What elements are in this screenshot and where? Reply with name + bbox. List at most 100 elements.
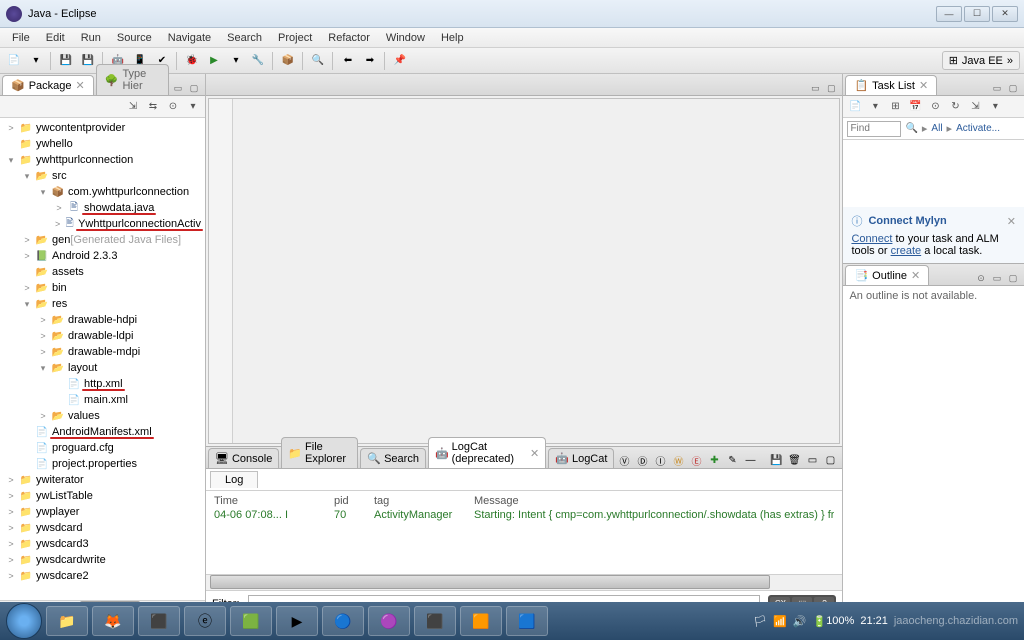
tray-clock[interactable]: 21:21 bbox=[860, 615, 888, 627]
maximize-button[interactable]: ☐ bbox=[964, 6, 990, 22]
mylyn-close-icon[interactable]: ✕ bbox=[1007, 215, 1016, 228]
menu-search[interactable]: Search bbox=[219, 30, 270, 46]
pin-button[interactable]: 📌 bbox=[390, 51, 410, 71]
tree-item[interactable]: >📁ywsdcare2 bbox=[0, 568, 205, 584]
twisty-icon[interactable]: > bbox=[4, 555, 18, 565]
tree-item[interactable]: >📁ywsdcard bbox=[0, 520, 205, 536]
tree-item[interactable]: 📁ywhello bbox=[0, 136, 205, 152]
tree-item[interactable]: 📄main.xml bbox=[0, 392, 205, 408]
collapse-icon[interactable]: ⇲ bbox=[967, 99, 983, 115]
tasklist-min-icon[interactable]: ▭ bbox=[990, 81, 1004, 95]
taskbar-firefox[interactable]: 🦊 bbox=[92, 606, 134, 636]
minimize-view-icon[interactable]: ▭ bbox=[171, 81, 185, 95]
twisty-icon[interactable]: > bbox=[36, 315, 50, 325]
twisty-icon[interactable]: > bbox=[4, 523, 18, 533]
categorized-icon[interactable]: ⊞ bbox=[887, 99, 903, 115]
taskbar-app4[interactable]: ⬛ bbox=[414, 606, 456, 636]
twisty-icon[interactable]: ▾ bbox=[36, 363, 50, 374]
collapse-all-icon[interactable]: ⇲ bbox=[125, 99, 141, 115]
logcat-debug-icon[interactable]: Ⓓ bbox=[634, 452, 650, 468]
minimize-button[interactable]: — bbox=[936, 6, 962, 22]
twisty-icon[interactable]: ▾ bbox=[4, 155, 18, 166]
log-col-tag[interactable]: tag bbox=[374, 495, 474, 507]
menu-project[interactable]: Project bbox=[270, 30, 320, 46]
menu-source[interactable]: Source bbox=[109, 30, 160, 46]
logcat-clear-icon[interactable]: 🗑 bbox=[786, 452, 802, 468]
logcat-warn-icon[interactable]: Ⓦ bbox=[670, 452, 686, 468]
tree-item[interactable]: >📁ywsdcardwrite bbox=[0, 552, 205, 568]
tab-outline[interactable]: 📑 Outline ✕ bbox=[845, 265, 929, 285]
twisty-icon[interactable]: > bbox=[4, 475, 18, 485]
twisty-icon[interactable]: > bbox=[36, 411, 50, 421]
outline-max-icon[interactable]: ▢ bbox=[1006, 271, 1020, 285]
view-menu-icon[interactable]: ▾ bbox=[185, 99, 201, 115]
bottom-max-icon[interactable]: ▢ bbox=[822, 452, 838, 468]
external-tools-button[interactable]: 🔧 bbox=[248, 51, 268, 71]
mylyn-connect-link[interactable]: Connect bbox=[851, 233, 892, 245]
nav-forward-button[interactable]: ➡ bbox=[360, 51, 380, 71]
editor-max-icon[interactable]: ▢ bbox=[824, 81, 838, 95]
outline-min-icon[interactable]: ▭ bbox=[990, 271, 1004, 285]
tree-item[interactable]: >📂drawable-ldpi bbox=[0, 328, 205, 344]
logcat-error-icon[interactable]: Ⓔ bbox=[688, 452, 704, 468]
tree-item[interactable]: ▾📂layout bbox=[0, 360, 205, 376]
tree-item[interactable]: >📂drawable-hdpi bbox=[0, 312, 205, 328]
twisty-icon[interactable]: > bbox=[4, 507, 18, 517]
taskbar-word[interactable]: 🟦 bbox=[506, 606, 548, 636]
tray-network-icon[interactable]: 📶 bbox=[773, 615, 787, 628]
close-tab-icon[interactable]: ✕ bbox=[919, 79, 928, 92]
tree-item[interactable]: >📁ywcontentprovider bbox=[0, 120, 205, 136]
tasklist-menu-icon[interactable]: ▾ bbox=[987, 99, 1003, 115]
twisty-icon[interactable]: > bbox=[4, 571, 18, 581]
log-subtab[interactable]: Log bbox=[210, 471, 258, 488]
task-all-link[interactable]: All bbox=[931, 123, 942, 134]
tasklist-max-icon[interactable]: ▢ bbox=[1006, 81, 1020, 95]
log-hscrollbar[interactable] bbox=[206, 574, 842, 590]
tab-logcat-deprecated-[interactable]: 🤖LogCat (deprecated)✕ bbox=[428, 437, 546, 468]
twisty-icon[interactable]: > bbox=[4, 491, 18, 501]
log-col-pid[interactable]: pid bbox=[334, 495, 374, 507]
taskbar-app1[interactable]: ⬛ bbox=[138, 606, 180, 636]
run-button[interactable]: ▶ bbox=[204, 51, 224, 71]
start-button[interactable] bbox=[6, 603, 42, 639]
tray-volume-icon[interactable]: 🔊 bbox=[793, 615, 807, 628]
tree-item[interactable]: ▾📂res bbox=[0, 296, 205, 312]
tray-battery[interactable]: 🔋100% bbox=[812, 615, 854, 628]
log-col-time[interactable]: Time bbox=[214, 495, 334, 507]
menu-navigate[interactable]: Navigate bbox=[160, 30, 219, 46]
tray-flag-icon[interactable]: 🏳 bbox=[753, 615, 767, 628]
log-entry[interactable]: 04-06 07:08... I70ActivityManagerStartin… bbox=[214, 509, 834, 521]
task-activate-link[interactable]: Activate... bbox=[956, 123, 1000, 134]
taskbar-eclipse[interactable]: 🟣 bbox=[368, 606, 410, 636]
new-task-icon[interactable]: 📄 bbox=[847, 99, 863, 115]
close-tab-icon[interactable]: ✕ bbox=[911, 269, 920, 282]
tree-item[interactable]: >📂bin bbox=[0, 280, 205, 296]
twisty-icon[interactable]: > bbox=[36, 347, 50, 357]
logcat-info-icon[interactable]: Ⓘ bbox=[652, 452, 668, 468]
taskbar-ppt[interactable]: 🟧 bbox=[460, 606, 502, 636]
tree-item[interactable]: >🖹YwhttpurlconnectionActiv bbox=[0, 216, 205, 232]
logcat-add-icon[interactable]: ✚ bbox=[706, 452, 722, 468]
taskbar-wmp[interactable]: ▶ bbox=[276, 606, 318, 636]
tree-item[interactable]: >📗Android 2.3.3 bbox=[0, 248, 205, 264]
tab-search[interactable]: 🔍Search bbox=[360, 448, 426, 468]
logcat-verbose-icon[interactable]: Ⓥ bbox=[616, 452, 632, 468]
task-find-input[interactable] bbox=[847, 121, 901, 137]
menu-edit[interactable]: Edit bbox=[38, 30, 73, 46]
menu-refactor[interactable]: Refactor bbox=[320, 30, 378, 46]
tree-item[interactable]: 📄project.properties bbox=[0, 456, 205, 472]
tree-item[interactable]: >📁ywplayer bbox=[0, 504, 205, 520]
tree-item[interactable]: ▾📦com.ywhttpurlconnection bbox=[0, 184, 205, 200]
menu-window[interactable]: Window bbox=[378, 30, 433, 46]
close-tab-icon[interactable]: ✕ bbox=[76, 79, 85, 92]
twisty-icon[interactable]: ▾ bbox=[20, 299, 34, 310]
tree-item[interactable]: ▾📂src bbox=[0, 168, 205, 184]
package-explorer-tree[interactable]: >📁ywcontentprovider📁ywhello▾📁ywhttpurlco… bbox=[0, 118, 205, 616]
twisty-icon[interactable]: > bbox=[36, 331, 50, 341]
logcat-remove-icon[interactable]: — bbox=[742, 452, 758, 468]
sync-icon[interactable]: ↻ bbox=[947, 99, 963, 115]
search-icon[interactable]: 🔍 bbox=[905, 123, 917, 134]
log-col-message[interactable]: Message bbox=[474, 495, 834, 507]
perspective-javaee[interactable]: Java EE bbox=[962, 55, 1003, 67]
twisty-icon[interactable]: > bbox=[20, 283, 34, 293]
